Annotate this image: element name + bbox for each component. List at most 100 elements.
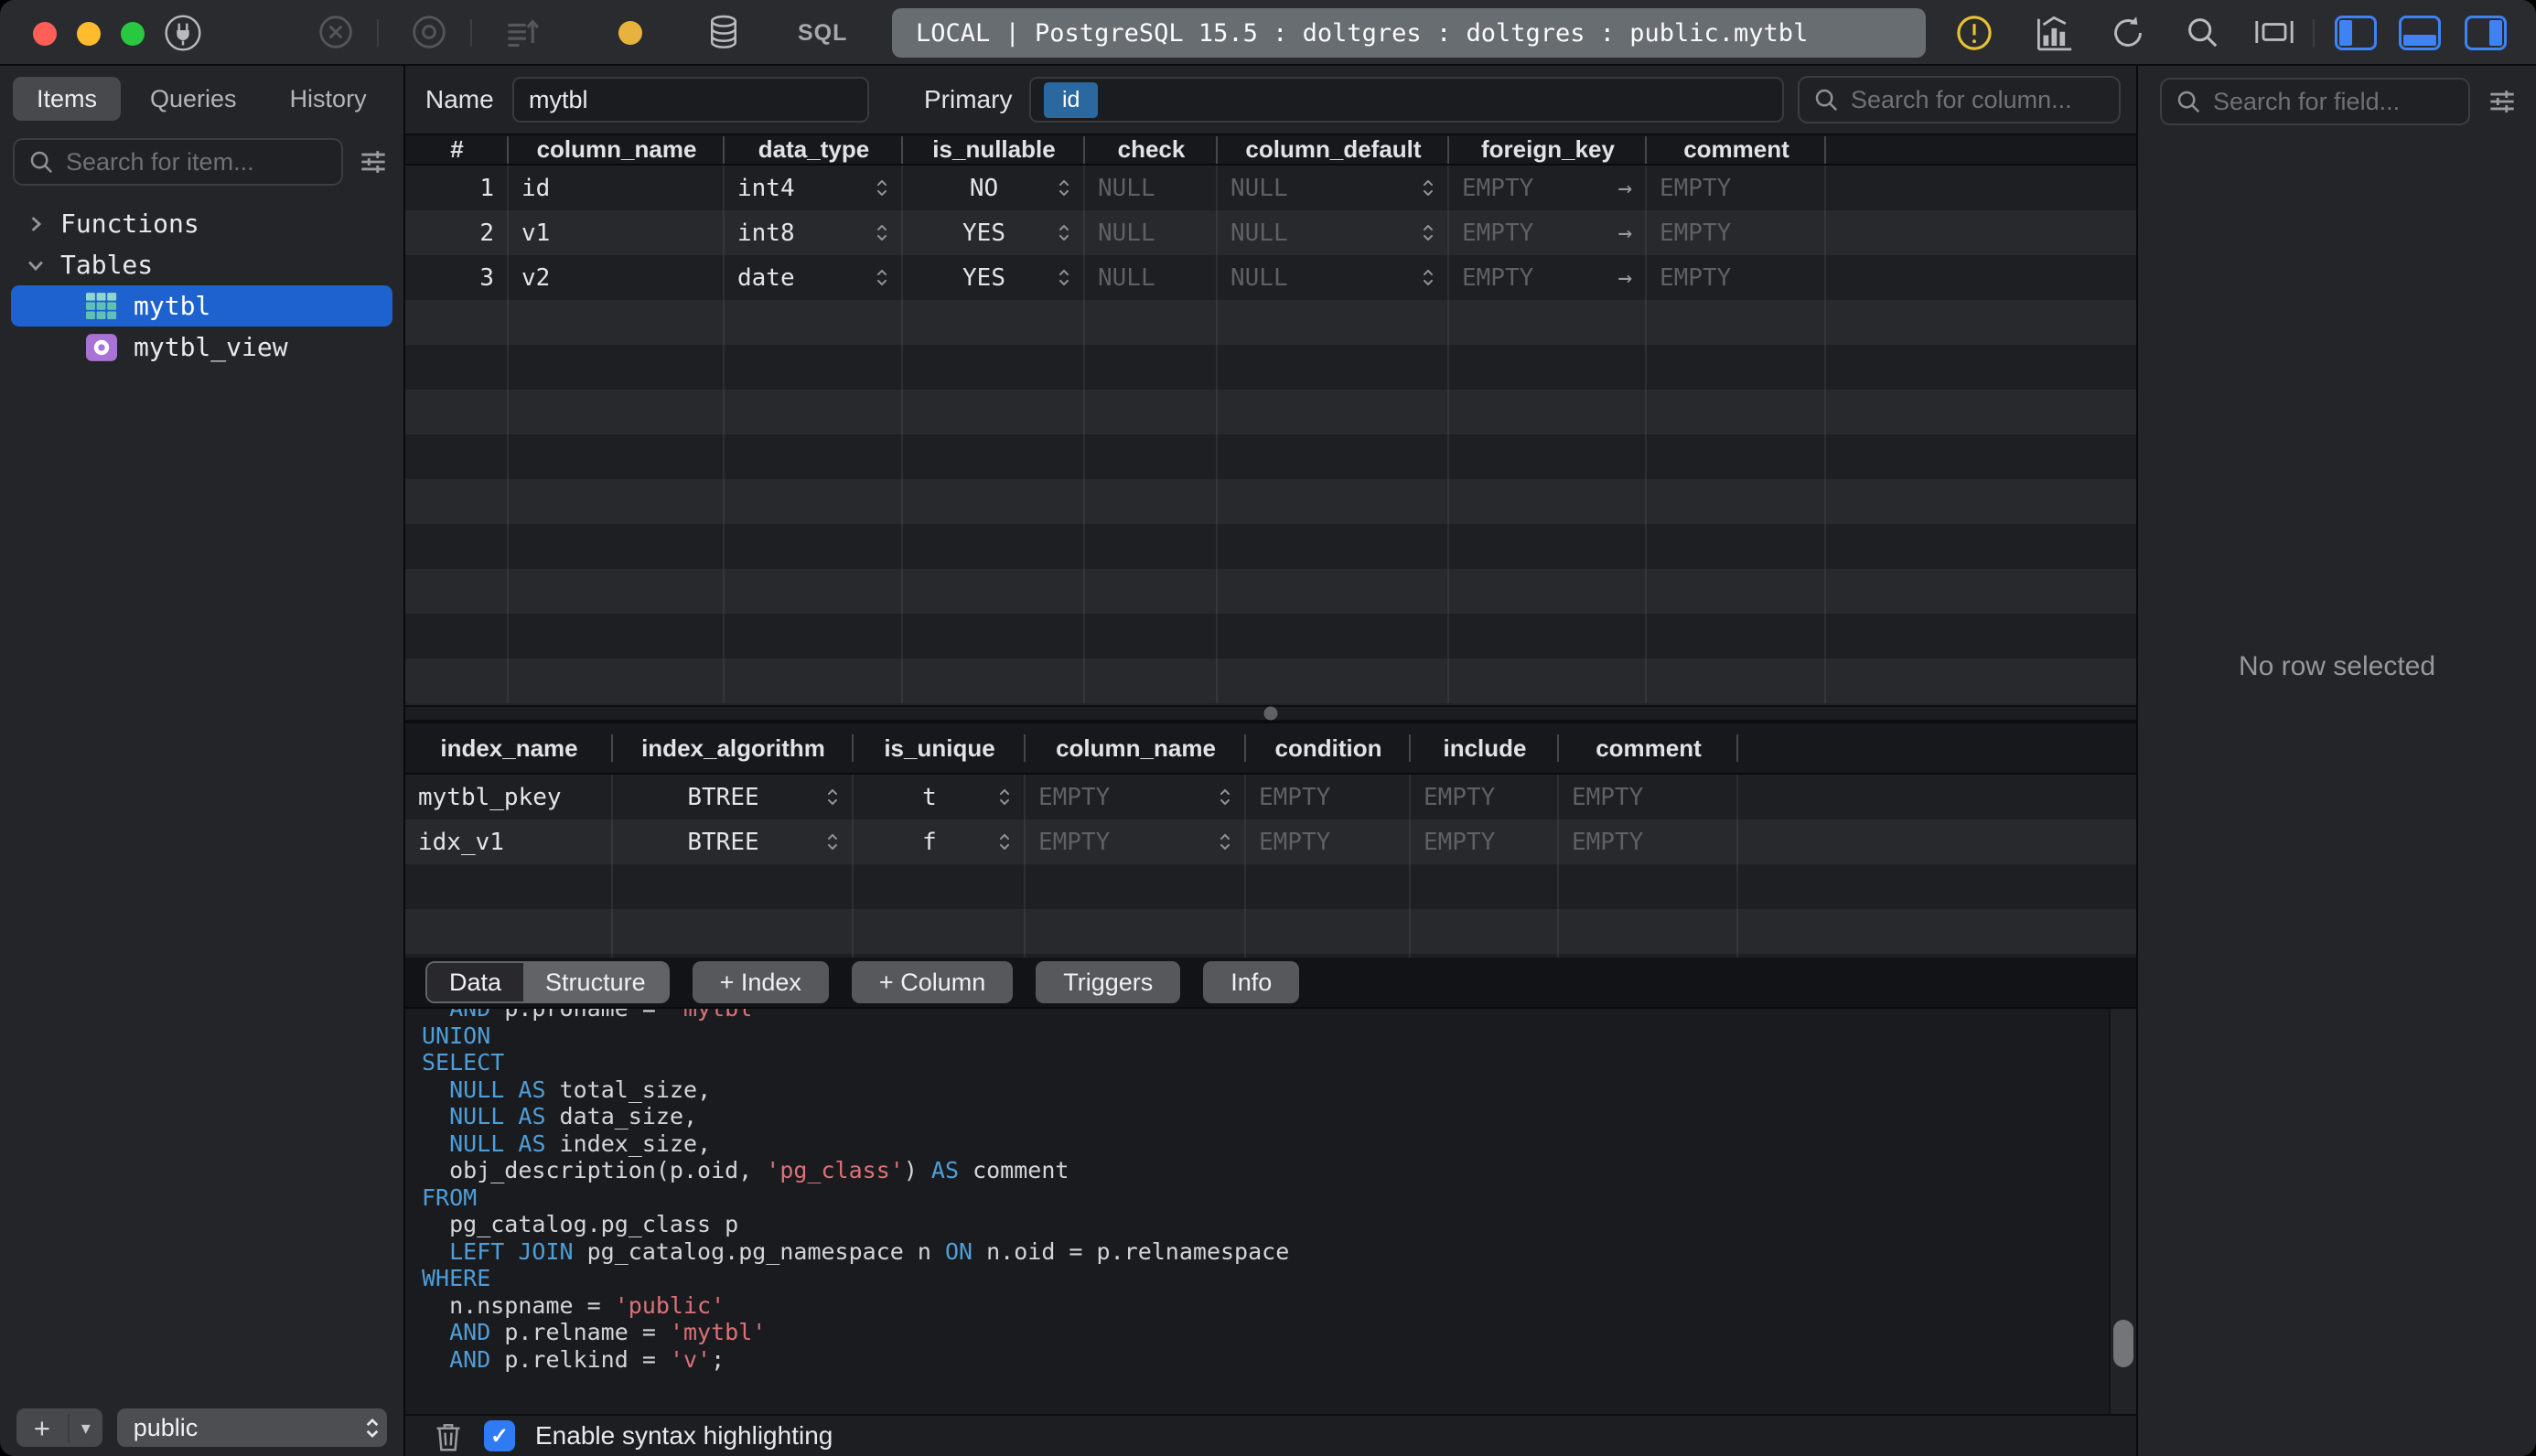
chevron-down-icon[interactable]: ▾	[70, 1417, 102, 1440]
tab-triggers[interactable]: Triggers	[1036, 961, 1180, 1003]
cell-column_name[interactable]: v2	[509, 255, 725, 300]
item-search-input[interactable]	[64, 147, 328, 177]
cell-column_default[interactable]: NULL	[1218, 255, 1449, 300]
minimize-button[interactable]	[77, 22, 101, 46]
table-name-input[interactable]	[527, 85, 854, 115]
field-search-field[interactable]	[2160, 78, 2470, 125]
stepper-icon[interactable]	[998, 787, 1011, 808]
cell-is_nullable[interactable]: YES	[903, 255, 1085, 300]
cell-comment[interactable]: EMPTY	[1647, 255, 1826, 300]
primary-key-chip[interactable]: id	[1044, 82, 1098, 118]
close-button[interactable]	[33, 22, 57, 46]
trash-icon[interactable]	[433, 1419, 464, 1452]
tab-structure[interactable]: Structure	[523, 963, 668, 1001]
panel-left-icon[interactable]	[2335, 16, 2377, 50]
stepper-icon[interactable]	[1422, 177, 1435, 198]
stepper-icon[interactable]	[1058, 222, 1070, 243]
cell-index_name[interactable]: mytbl_pkey	[405, 775, 613, 819]
primary-key-field[interactable]: id	[1029, 77, 1784, 123]
stepper-icon[interactable]	[826, 787, 839, 808]
syntax-checkbox[interactable]: ✓	[484, 1420, 515, 1451]
stepper-icon[interactable]	[998, 831, 1011, 852]
cell-is_nullable[interactable]: NO	[903, 166, 1085, 210]
filter-icon[interactable]	[356, 145, 391, 179]
cell-check[interactable]: NULL	[1085, 210, 1218, 255]
cell-foreign_key[interactable]: EMPTY→	[1449, 210, 1647, 255]
tab-index[interactable]: + Index	[693, 961, 829, 1003]
panel-bottom-icon[interactable]	[2399, 16, 2441, 50]
stepper-icon[interactable]	[1219, 831, 1231, 852]
cell-condition[interactable]: EMPTY	[1246, 775, 1411, 819]
cell-num[interactable]: 3	[405, 255, 509, 300]
chevron-right-icon[interactable]	[22, 214, 49, 234]
cell-condition[interactable]: EMPTY	[1246, 819, 1411, 864]
schema-select[interactable]: public	[117, 1408, 387, 1447]
cell-num[interactable]: 2	[405, 210, 509, 255]
chevron-down-icon[interactable]	[22, 255, 49, 275]
stepper-icon[interactable]	[1219, 787, 1231, 808]
cell-column_default[interactable]: NULL	[1218, 210, 1449, 255]
search-icon[interactable]	[2183, 13, 2221, 51]
sidebar-item-mytbl-view[interactable]: mytbl_view	[11, 327, 392, 368]
tab-column[interactable]: + Column	[852, 961, 1013, 1003]
cell-data_type[interactable]: int4	[725, 166, 903, 210]
pane-splitter[interactable]	[405, 705, 2136, 722]
cell-data_type[interactable]: int8	[725, 210, 903, 255]
stepper-icon[interactable]	[826, 831, 839, 852]
sidebar-tab-history[interactable]: History	[266, 77, 391, 121]
table-name-field[interactable]	[512, 77, 869, 123]
cell-is_unique[interactable]: f	[854, 819, 1026, 864]
sql-scrollbar[interactable]	[2109, 1009, 2136, 1414]
cell-check[interactable]: NULL	[1085, 255, 1218, 300]
connection-icon[interactable]	[163, 13, 203, 53]
table-row[interactable]: 1idint4NONULLNULLEMPTY→EMPTY	[405, 166, 2136, 210]
cell-comment[interactable]: EMPTY	[1559, 775, 1738, 819]
column-search-input[interactable]	[1849, 85, 2106, 115]
stepper-icon[interactable]	[876, 177, 888, 198]
sql-scrollbar-thumb[interactable]	[2113, 1320, 2133, 1367]
cell-is_nullable[interactable]: YES	[903, 210, 1085, 255]
cell-include[interactable]: EMPTY	[1411, 819, 1559, 864]
sidebar-item-mytbl[interactable]: mytbl	[11, 285, 392, 327]
cell-index_algorithm[interactable]: BTREE	[613, 819, 854, 864]
cell-comment[interactable]: EMPTY	[1559, 819, 1738, 864]
database-icon[interactable]	[704, 13, 743, 53]
panel-right-icon[interactable]	[2465, 16, 2507, 50]
cell-num[interactable]: 1	[405, 166, 509, 210]
stepper-icon[interactable]	[1422, 267, 1435, 288]
activity-chart-icon[interactable]	[2033, 13, 2075, 53]
cell-is_unique[interactable]: t	[854, 775, 1026, 819]
add-item-split-button[interactable]: + ▾	[16, 1408, 102, 1447]
stepper-icon[interactable]	[1058, 267, 1070, 288]
cell-column_name[interactable]: v1	[509, 210, 725, 255]
cell-column_name[interactable]: EMPTY	[1026, 819, 1246, 864]
cell-comment[interactable]: EMPTY	[1647, 166, 1826, 210]
zoom-button[interactable]	[121, 22, 145, 46]
cell-column_name[interactable]: EMPTY	[1026, 775, 1246, 819]
field-search-input[interactable]	[2211, 87, 2455, 117]
cell-foreign_key[interactable]: EMPTY→	[1449, 166, 1647, 210]
cell-check[interactable]: NULL	[1085, 166, 1218, 210]
cell-include[interactable]: EMPTY	[1411, 775, 1559, 819]
sidebar-tab-queries[interactable]: Queries	[126, 77, 261, 121]
cell-index_algorithm[interactable]: BTREE	[613, 775, 854, 819]
cell-column_default[interactable]: NULL	[1218, 166, 1449, 210]
table-row[interactable]: idx_v1BTREEfEMPTYEMPTYEMPTYEMPTY	[405, 819, 2136, 864]
refresh-icon[interactable]	[2108, 13, 2148, 53]
tab-data[interactable]: Data	[427, 963, 523, 1001]
sidebar-group-functions[interactable]: Functions	[11, 203, 392, 244]
add-item-button[interactable]: +	[16, 1414, 70, 1442]
cell-column_name[interactable]: id	[509, 166, 725, 210]
item-search-field[interactable]	[13, 138, 343, 186]
tab-info[interactable]: Info	[1203, 961, 1299, 1003]
cell-index_name[interactable]: idx_v1	[405, 819, 613, 864]
cell-comment[interactable]: EMPTY	[1647, 210, 1826, 255]
stepper-icon[interactable]	[1058, 177, 1070, 198]
warning-icon[interactable]	[1954, 13, 1994, 53]
cell-data_type[interactable]: date	[725, 255, 903, 300]
sidebar-tab-items[interactable]: Items	[13, 77, 121, 121]
filter-icon[interactable]	[2485, 84, 2520, 119]
cell-foreign_key[interactable]: EMPTY→	[1449, 255, 1647, 300]
table-row[interactable]: 2v1int8YESNULLNULLEMPTY→EMPTY	[405, 210, 2136, 255]
drag-handle-icon[interactable]	[1264, 707, 1278, 721]
